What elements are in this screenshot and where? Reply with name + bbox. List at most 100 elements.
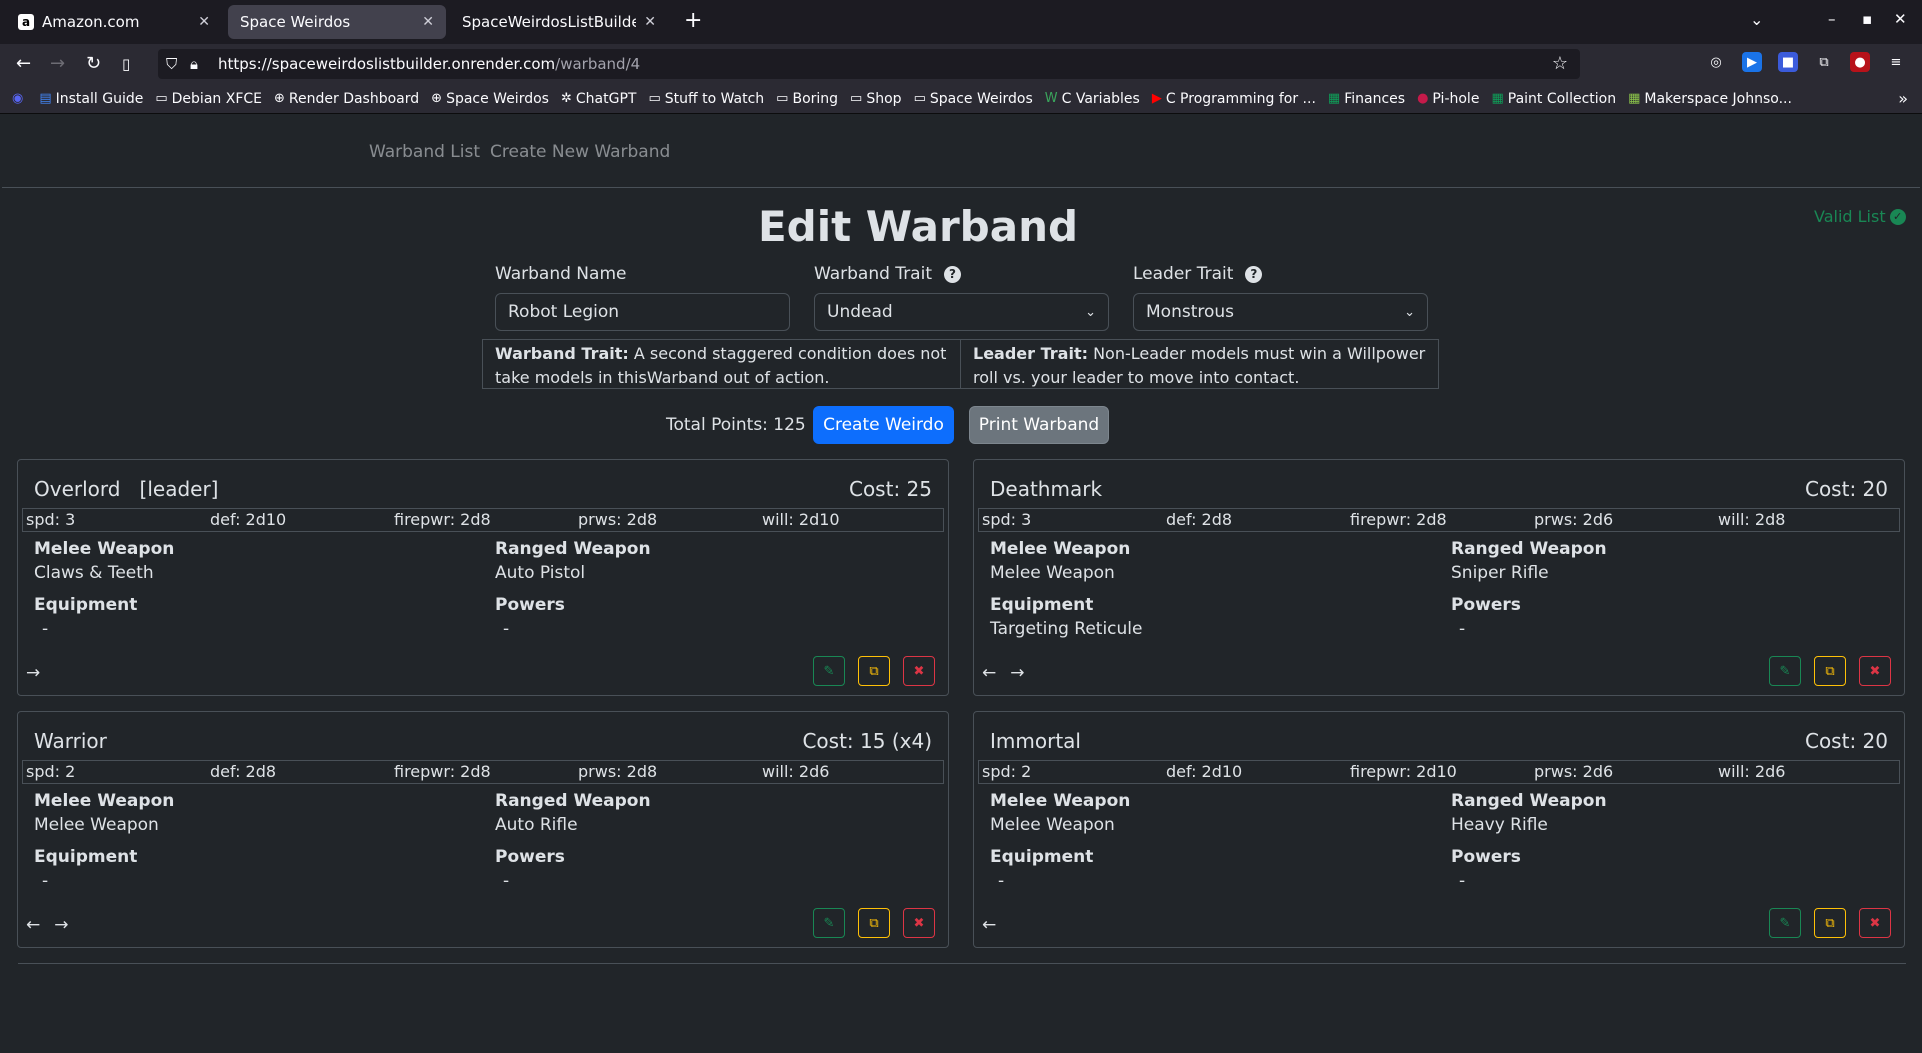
delete-weirdo-button[interactable]: ✖ bbox=[903, 656, 935, 686]
bookmark-item[interactable]: ▭ Boring bbox=[776, 91, 838, 107]
url-bar[interactable]: ⛉ 🔒︎ https://spaceweirdoslistbuilder.onr… bbox=[158, 49, 1580, 79]
delete-weirdo-button[interactable]: ✖ bbox=[1859, 908, 1891, 938]
trash-icon: ✖ bbox=[913, 663, 925, 679]
private-mask-icon[interactable]: ◎ bbox=[1706, 52, 1726, 72]
powers-value: - bbox=[503, 871, 510, 891]
warband-trait-select[interactable]: Undead ⌄ bbox=[814, 293, 1109, 331]
copy-weirdo-button[interactable]: ⧉ bbox=[1814, 656, 1846, 686]
stat-speed: spd: 3 bbox=[26, 510, 76, 529]
bookmark-item[interactable]: ▦ Finances bbox=[1328, 91, 1405, 107]
bookmark-label: Pi-hole bbox=[1432, 90, 1480, 107]
bookmark-item[interactable]: ▭ Debian XFCE bbox=[155, 91, 262, 107]
bookmark-item[interactable]: ▶ C Programming for ... bbox=[1152, 91, 1316, 107]
forward-icon[interactable]: → bbox=[50, 53, 65, 74]
print-warband-button[interactable]: Print Warband bbox=[969, 406, 1109, 444]
delete-weirdo-button[interactable]: ✖ bbox=[1859, 656, 1891, 686]
bookmark-label: Stuff to Watch bbox=[664, 90, 765, 107]
close-tab-icon[interactable]: ✕ bbox=[644, 14, 656, 30]
edit-weirdo-button[interactable]: ✎ bbox=[813, 656, 845, 686]
weirdo-name: Deathmark bbox=[990, 477, 1103, 501]
nav-warband-list-link[interactable]: Warband List bbox=[369, 142, 480, 162]
weirdo-card: Deathmark Cost: 20 spd: 3 def: 2d8 firep… bbox=[973, 459, 1905, 696]
bookmark-item[interactable]: ▦ Paint Collection bbox=[1491, 91, 1616, 107]
bookmark-item[interactable]: ▦ Makerspace Johnso... bbox=[1628, 91, 1792, 107]
bookmark-item[interactable]: ⊕ Space Weirdos bbox=[431, 91, 549, 107]
extension-play-icon[interactable]: ▶ bbox=[1742, 52, 1762, 72]
ublock-icon[interactable]: ● bbox=[1850, 52, 1870, 72]
close-tab-icon[interactable]: ✕ bbox=[422, 14, 434, 30]
weirdo-stats: spd: 2 def: 2d8 firepwr: 2d8 prws: 2d8 w… bbox=[22, 760, 944, 784]
close-window-icon[interactable]: ✕ bbox=[1894, 10, 1907, 28]
reload-icon[interactable]: ↻ bbox=[86, 53, 101, 74]
copy-weirdo-button[interactable]: ⧉ bbox=[858, 908, 890, 938]
reorder-arrows: ← bbox=[982, 915, 1010, 935]
back-icon[interactable]: ← bbox=[16, 53, 31, 74]
top-navigation: Warband List Create New Warband bbox=[2, 114, 1920, 188]
equipment-label: Equipment bbox=[990, 847, 1094, 867]
sheets-icon: ▦ bbox=[1327, 91, 1341, 106]
new-tab-icon[interactable]: + bbox=[684, 8, 702, 33]
move-left-arrow-icon[interactable]: ← bbox=[26, 915, 40, 935]
maximize-icon[interactable]: ▪ bbox=[1862, 10, 1872, 28]
weirdo-card: Overlord [leader] Cost: 25 spd: 3 def: 2… bbox=[17, 459, 949, 696]
bookmark-label: Paint Collection bbox=[1507, 90, 1617, 107]
sidebar-icon[interactable]: ▯ bbox=[122, 55, 130, 73]
stat-firepower: firepwr: 2d8 bbox=[1350, 510, 1447, 529]
stat-firepower: firepwr: 2d10 bbox=[1350, 762, 1457, 781]
copy-weirdo-button[interactable]: ⧉ bbox=[1814, 908, 1846, 938]
equipment-label: Equipment bbox=[34, 847, 138, 867]
url-path: /warband/4 bbox=[555, 55, 641, 73]
bookmark-label: Boring bbox=[792, 90, 839, 107]
bookmark-item[interactable]: WC Variables bbox=[1045, 91, 1140, 107]
edit-weirdo-button[interactable]: ✎ bbox=[813, 908, 845, 938]
stat-willpower: will: 2d10 bbox=[762, 510, 840, 529]
more-bookmarks-icon[interactable]: » bbox=[1898, 89, 1908, 108]
melee-weapon-label: Melee Weapon bbox=[34, 539, 175, 559]
bookmark-item[interactable]: ▭ Shop bbox=[850, 91, 902, 107]
shield-icon[interactable]: ⛉ bbox=[166, 55, 177, 73]
nav-create-warband-link[interactable]: Create New Warband bbox=[490, 142, 670, 162]
list-tabs-chevron-icon[interactable]: ⌄ bbox=[1750, 10, 1763, 29]
extension-shield-icon[interactable]: ■ bbox=[1778, 52, 1798, 72]
bookmark-label: Makerspace Johnso... bbox=[1644, 90, 1792, 107]
move-right-arrow-icon[interactable]: → bbox=[54, 915, 68, 935]
minimize-icon[interactable]: – bbox=[1828, 10, 1836, 28]
create-weirdo-button[interactable]: Create Weirdo bbox=[813, 406, 954, 444]
bookmark-item[interactable]: ▭ Space Weirdos bbox=[914, 91, 1033, 107]
bookmark-item[interactable]: ● Pi-hole bbox=[1417, 91, 1479, 107]
menu-hamburger-icon[interactable]: ≡ bbox=[1886, 52, 1906, 72]
bookmark-item[interactable]: ✲ ChatGPT bbox=[561, 91, 636, 107]
bookmark-item[interactable]: ▭ Stuff to Watch bbox=[648, 91, 764, 107]
move-left-arrow-icon[interactable]: ← bbox=[982, 663, 996, 683]
raspberry-icon: ● bbox=[1417, 91, 1429, 106]
weirdo-cost: Cost: 25 bbox=[848, 477, 932, 501]
extensions-puzzle-icon[interactable]: ⧉ bbox=[1814, 52, 1834, 72]
tab-amazon[interactable]: a Amazon.com ✕ bbox=[6, 5, 222, 39]
warband-name-input[interactable]: Robot Legion bbox=[495, 293, 790, 331]
bookmark-discord[interactable]: ◉ bbox=[12, 91, 27, 106]
bookmark-item[interactable]: ▤ Install Guide bbox=[39, 91, 143, 107]
trash-icon: ✖ bbox=[1869, 915, 1881, 931]
help-question-icon[interactable]: ? bbox=[944, 265, 961, 283]
leader-trait-select[interactable]: Monstrous ⌄ bbox=[1133, 293, 1428, 331]
edit-weirdo-button[interactable]: ✎ bbox=[1769, 908, 1801, 938]
bookmark-star-icon[interactable]: ☆ bbox=[1552, 53, 1568, 74]
move-right-arrow-icon[interactable]: → bbox=[26, 663, 40, 683]
close-tab-icon[interactable]: ✕ bbox=[198, 14, 210, 30]
move-right-arrow-icon[interactable]: → bbox=[1010, 663, 1024, 683]
bookmark-label: Shop bbox=[866, 90, 902, 107]
bookmark-item[interactable]: ⊕ Render Dashboard bbox=[274, 91, 419, 107]
copy-weirdo-button[interactable]: ⧉ bbox=[858, 656, 890, 686]
tab-space-weirdos[interactable]: Space Weirdos ✕ bbox=[228, 5, 446, 39]
tab-listbuilder[interactable]: SpaceWeirdosListBuilder · ✕ bbox=[450, 5, 668, 39]
move-left-arrow-icon[interactable]: ← bbox=[982, 915, 996, 935]
help-question-icon[interactable]: ? bbox=[1245, 265, 1263, 283]
delete-weirdo-button[interactable]: ✖ bbox=[903, 908, 935, 938]
edit-weirdo-button[interactable]: ✎ bbox=[1769, 656, 1801, 686]
stat-prowess: prws: 2d8 bbox=[578, 510, 658, 529]
page-title: Edit Warband bbox=[757, 202, 1079, 251]
weirdo-card: Immortal Cost: 20 spd: 2 def: 2d10 firep… bbox=[973, 711, 1905, 948]
melee-weapon-value: Melee Weapon bbox=[990, 563, 1115, 583]
stat-prowess: prws: 2d8 bbox=[578, 762, 658, 781]
lock-icon[interactable]: 🔒︎ bbox=[190, 55, 198, 73]
